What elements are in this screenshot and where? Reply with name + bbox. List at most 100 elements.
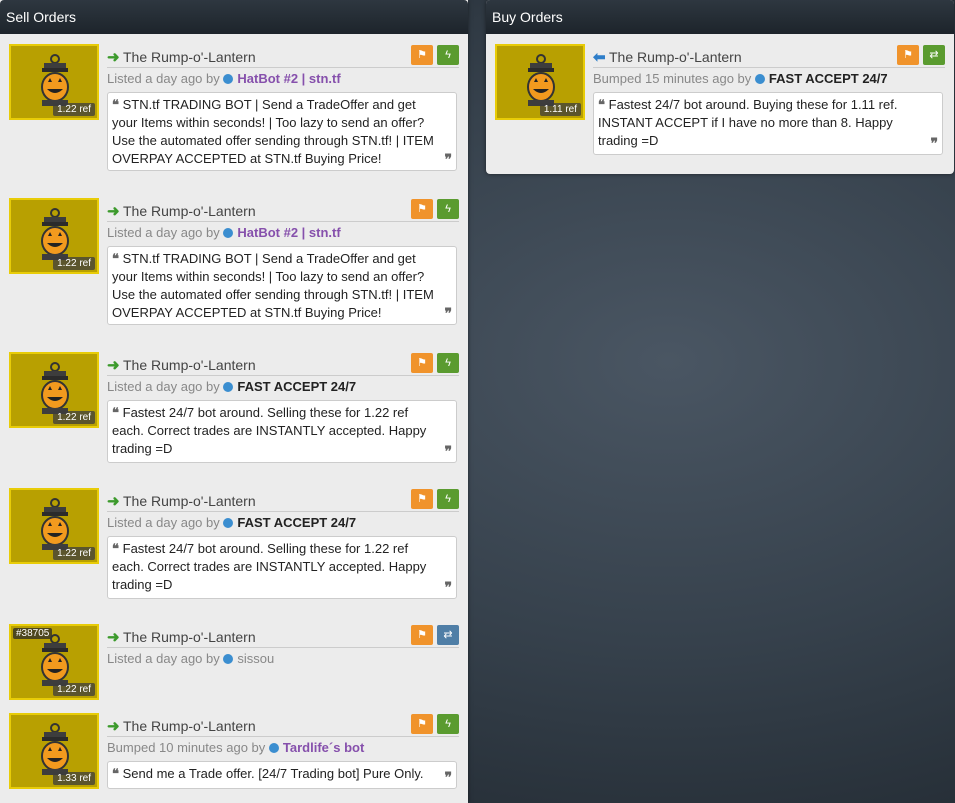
item-image[interactable]: #38705 1.22 ref xyxy=(9,624,99,700)
lightning-icon[interactable]: ϟ xyxy=(437,353,459,373)
listing-item: #38705 1.22 ref ➜ The Rump-o'-Lantern ⚑ … xyxy=(9,624,461,700)
user-link[interactable]: FAST ACCEPT 24/7 xyxy=(237,515,356,530)
item-name[interactable]: The Rump-o'-Lantern xyxy=(123,357,256,373)
price-tag: 1.22 ref xyxy=(53,103,95,116)
listing-title-row: ➜ The Rump-o'-Lantern ⚑ ϟ xyxy=(107,489,459,512)
price-tag: 1.22 ref xyxy=(53,411,95,424)
online-status-icon xyxy=(223,518,234,528)
flag-icon[interactable]: ⚑ xyxy=(897,45,919,65)
user-link[interactable]: FAST ACCEPT 24/7 xyxy=(769,71,888,86)
listing-meta: Listed a day ago by HatBot #2 | stn.tf xyxy=(107,225,341,240)
flag-icon[interactable]: ⚑ xyxy=(411,714,433,734)
listing-status: Bumped 10 minutes ago by xyxy=(107,740,266,755)
lantern-item-icon xyxy=(41,498,69,551)
swap-icon[interactable]: ⇄ xyxy=(923,45,945,65)
user-link[interactable]: FAST ACCEPT 24/7 xyxy=(237,379,356,394)
description-text: Fastest 24/7 bot around. Selling these f… xyxy=(112,405,427,456)
arrow-right-icon: ➜ xyxy=(107,629,120,646)
listing-meta: Bumped 10 minutes ago by Tardlife´s bot xyxy=(107,740,364,755)
listing-status: Bumped 15 minutes ago by xyxy=(593,71,752,86)
buy-orders-header: Buy Orders xyxy=(486,0,954,34)
listing-description: ❝ STN.tf TRADING BOT | Send a TradeOffer… xyxy=(107,92,457,171)
quote-close-icon: ❞ xyxy=(444,443,452,459)
quote-close-icon: ❞ xyxy=(930,135,938,151)
arrow-right-icon: ➜ xyxy=(107,718,120,735)
user-link[interactable]: HatBot #2 | stn.tf xyxy=(237,225,340,240)
online-status-icon xyxy=(268,743,279,753)
flag-icon[interactable]: ⚑ xyxy=(411,489,433,509)
flag-icon[interactable]: ⚑ xyxy=(411,625,433,645)
online-status-icon xyxy=(754,74,765,84)
item-name[interactable]: The Rump-o'-Lantern xyxy=(123,49,256,65)
lantern-item-icon xyxy=(527,54,555,107)
item-image[interactable]: 1.22 ref xyxy=(9,198,99,274)
listing-description: ❝ Fastest 24/7 bot around. Buying these … xyxy=(593,92,943,155)
lightning-icon[interactable]: ϟ xyxy=(437,714,459,734)
quote-open-icon: ❝ xyxy=(112,405,119,420)
price-tag: 1.11 ref xyxy=(539,103,581,116)
flag-icon[interactable]: ⚑ xyxy=(411,199,433,219)
arrow-right-icon: ➜ xyxy=(107,49,120,66)
listing-meta: Listed a day ago by sissou xyxy=(107,651,274,666)
arrow-right-icon: ➜ xyxy=(107,357,120,374)
item-image[interactable]: 1.22 ref xyxy=(9,488,99,564)
item-name[interactable]: The Rump-o'-Lantern xyxy=(123,718,256,734)
price-tag: 1.33 ref xyxy=(53,772,95,785)
lantern-item-icon xyxy=(41,723,69,776)
listing-description: ❝ Fastest 24/7 bot around. Selling these… xyxy=(107,400,457,463)
item-name[interactable]: The Rump-o'-Lantern xyxy=(609,49,742,65)
listing-title-row: ➜ The Rump-o'-Lantern ⚑ ϟ xyxy=(107,714,459,737)
description-text: STN.tf TRADING BOT | Send a TradeOffer a… xyxy=(112,97,434,166)
quote-open-icon: ❝ xyxy=(112,251,119,266)
price-tag: 1.22 ref xyxy=(53,257,95,270)
flag-icon[interactable]: ⚑ xyxy=(411,353,433,373)
lightning-icon[interactable]: ϟ xyxy=(437,199,459,219)
swap-icon[interactable]: ⇄ xyxy=(437,625,459,645)
arrow-right-icon: ➜ xyxy=(107,493,120,510)
listing-meta: Listed a day ago by FAST ACCEPT 24/7 xyxy=(107,379,356,394)
listing-item: 1.22 ref ➜ The Rump-o'-Lantern ⚑ ϟ Liste… xyxy=(9,198,461,330)
price-tag: 1.22 ref xyxy=(53,547,95,560)
item-name[interactable]: The Rump-o'-Lantern xyxy=(123,629,256,645)
flag-icon[interactable]: ⚑ xyxy=(411,45,433,65)
online-status-icon xyxy=(223,654,234,664)
lantern-item-icon xyxy=(41,362,69,415)
lightning-icon[interactable]: ϟ xyxy=(437,45,459,65)
description-text: Send me a Trade offer. [24/7 Trading bot… xyxy=(122,766,424,781)
listing-status: Listed a day ago by xyxy=(107,379,220,394)
user-link[interactable]: sissou xyxy=(237,651,274,666)
item-name[interactable]: The Rump-o'-Lantern xyxy=(123,493,256,509)
listing-description: ❝ STN.tf TRADING BOT | Send a TradeOffer… xyxy=(107,246,457,325)
sell-orders-header: Sell Orders xyxy=(0,0,468,34)
listing-item: 1.33 ref ➜ The Rump-o'-Lantern ⚑ ϟ Bumpe… xyxy=(9,713,461,799)
item-image[interactable]: 1.22 ref xyxy=(9,44,99,120)
quote-close-icon: ❞ xyxy=(444,305,452,321)
item-image[interactable]: 1.33 ref xyxy=(9,713,99,789)
listing-title-row: ➜ The Rump-o'-Lantern ⚑ ϟ xyxy=(107,353,459,376)
quote-open-icon: ❝ xyxy=(112,97,119,112)
listing-status: Listed a day ago by xyxy=(107,515,220,530)
listing-description: ❝ Fastest 24/7 bot around. Selling these… xyxy=(107,536,457,599)
listing-item: 1.22 ref ➜ The Rump-o'-Lantern ⚑ ϟ Liste… xyxy=(9,352,461,468)
listing-description: ❝ Send me a Trade offer. [24/7 Trading b… xyxy=(107,761,457,789)
user-link[interactable]: Tardlife´s bot xyxy=(283,740,364,755)
user-link[interactable]: HatBot #2 | stn.tf xyxy=(237,71,340,86)
quote-close-icon: ❞ xyxy=(444,769,452,785)
item-image[interactable]: 1.22 ref xyxy=(9,352,99,428)
price-tag: 1.22 ref xyxy=(53,683,95,696)
listing-meta: Listed a day ago by FAST ACCEPT 24/7 xyxy=(107,515,356,530)
quote-open-icon: ❝ xyxy=(112,766,119,781)
online-status-icon xyxy=(223,382,234,392)
listing-meta: Bumped 15 minutes ago by FAST ACCEPT 24/… xyxy=(593,71,888,86)
listing-status: Listed a day ago by xyxy=(107,651,220,666)
listing-meta: Listed a day ago by HatBot #2 | stn.tf xyxy=(107,71,341,86)
lightning-icon[interactable]: ϟ xyxy=(437,489,459,509)
arrow-left-icon: ⬅ xyxy=(593,49,606,66)
item-image[interactable]: 1.11 ref xyxy=(495,44,585,120)
item-name[interactable]: The Rump-o'-Lantern xyxy=(123,203,256,219)
listing-title-row: ➜ The Rump-o'-Lantern ⚑ ⇄ xyxy=(107,625,459,648)
listing-status: Listed a day ago by xyxy=(107,71,220,86)
online-status-icon xyxy=(223,74,234,84)
arrow-right-icon: ➜ xyxy=(107,203,120,220)
listing-title-row: ➜ The Rump-o'-Lantern ⚑ ϟ xyxy=(107,45,459,68)
